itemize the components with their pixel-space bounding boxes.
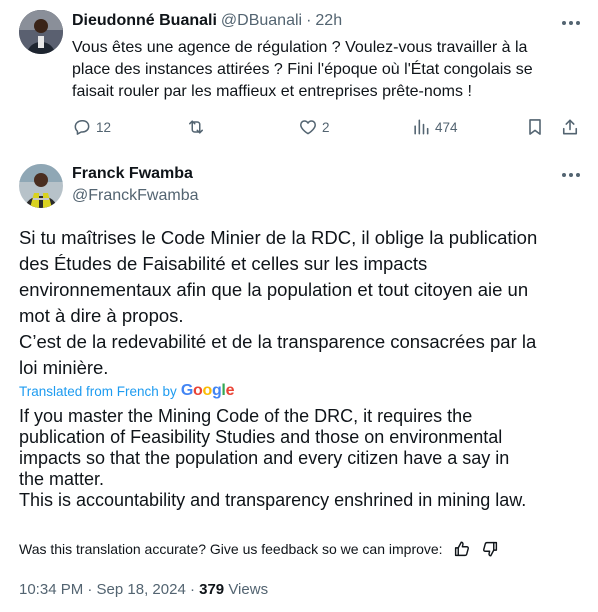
views-button[interactable]: 474 (411, 117, 458, 137)
original-text-line: C’est de la redevabilité et de la transp… (19, 331, 537, 352)
google-letter: e (225, 382, 235, 399)
reply-separator: · (306, 12, 312, 29)
heart-icon (298, 117, 318, 137)
translated-text-line: impacts so that the population and every… (19, 448, 510, 468)
original-text-line: loi minière. (19, 357, 109, 378)
share-button[interactable] (560, 117, 580, 137)
reply-text: Vous êtes une agence de régulation ? Vou… (72, 37, 582, 103)
google-letter: g (211, 382, 222, 399)
avatar-franck-fwamba[interactable] (19, 164, 63, 208)
translated-text-line: If you master the Mining Code of the DRC… (19, 406, 473, 426)
main-author-handle[interactable]: @FranckFwamba (72, 187, 199, 205)
original-text-line: des Études de Faisabilité et celles sur … (19, 253, 428, 274)
reply-text-line: place des instances attirées ? Fini l'ép… (72, 61, 533, 78)
translated-from-link[interactable]: Translated from French by (19, 384, 177, 399)
reply-text-line: Vous êtes une agence de régulation ? Vou… (72, 39, 528, 56)
share-upload-icon (560, 117, 580, 137)
original-text: Si tu maîtrises le Code Minier de la RDC… (19, 225, 589, 381)
translation-feedback: Was this translation accurate? Give us f… (19, 540, 499, 558)
thumbs-up-icon[interactable] (453, 540, 471, 558)
original-text-line: environnementaux afin que la population … (19, 279, 529, 300)
avatar-dieudonne-buanali[interactable] (19, 10, 63, 54)
retweet-arrows-icon (186, 117, 206, 137)
view-count: 474 (435, 119, 458, 135)
main-author-name[interactable]: Franck Fwamba (72, 165, 193, 183)
like-button[interactable]: 2 (298, 117, 330, 137)
translation-attribution: Translated from French by Google (19, 382, 234, 400)
reply-author-handle[interactable]: @DBuanali (221, 12, 302, 30)
feedback-question: Was this translation accurate? Give us f… (19, 541, 443, 557)
original-text-line: Si tu maîtrises le Code Minier de la RDC… (19, 227, 538, 248)
google-letter: G (180, 382, 193, 399)
tweet-timestamp[interactable]: 10:34 PM · Sep 18, 2024 · (19, 581, 199, 598)
translated-text: If you master the Mining Code of the DRC… (19, 406, 589, 511)
translated-text-line: This is accountability and transparency … (19, 490, 527, 510)
reply-time[interactable]: 22h (315, 12, 342, 30)
reply-author-name[interactable]: Dieudonné Buanali (72, 12, 217, 30)
reply-button[interactable]: 12 (72, 117, 111, 137)
bookmark-button[interactable] (525, 117, 545, 137)
translated-text-line: the matter. (19, 469, 105, 489)
bar-chart-icon (411, 117, 431, 137)
views-count: 379 (199, 581, 225, 598)
retweet-button[interactable] (186, 117, 210, 137)
google-letter: o (202, 382, 212, 399)
main-more-icon[interactable] (562, 173, 580, 177)
original-text-line: mot à dire à propos. (19, 305, 184, 326)
translated-text-line: publication of Feasibility Studies and t… (19, 427, 503, 447)
reply-text-line: faisait rouler par les maffieux et entre… (72, 83, 472, 100)
views-label: Views (224, 581, 269, 598)
speech-bubble-icon (72, 117, 92, 137)
bookmark-icon (525, 117, 545, 137)
tweet-meta: 10:34 PM · Sep 18, 2024 · 379 Views (19, 581, 268, 598)
reply-more-icon[interactable] (562, 21, 580, 25)
like-count: 2 (322, 119, 330, 135)
reply-count: 12 (96, 119, 112, 135)
thumbs-down-icon[interactable] (481, 540, 499, 558)
google-logo: Google (180, 382, 235, 400)
